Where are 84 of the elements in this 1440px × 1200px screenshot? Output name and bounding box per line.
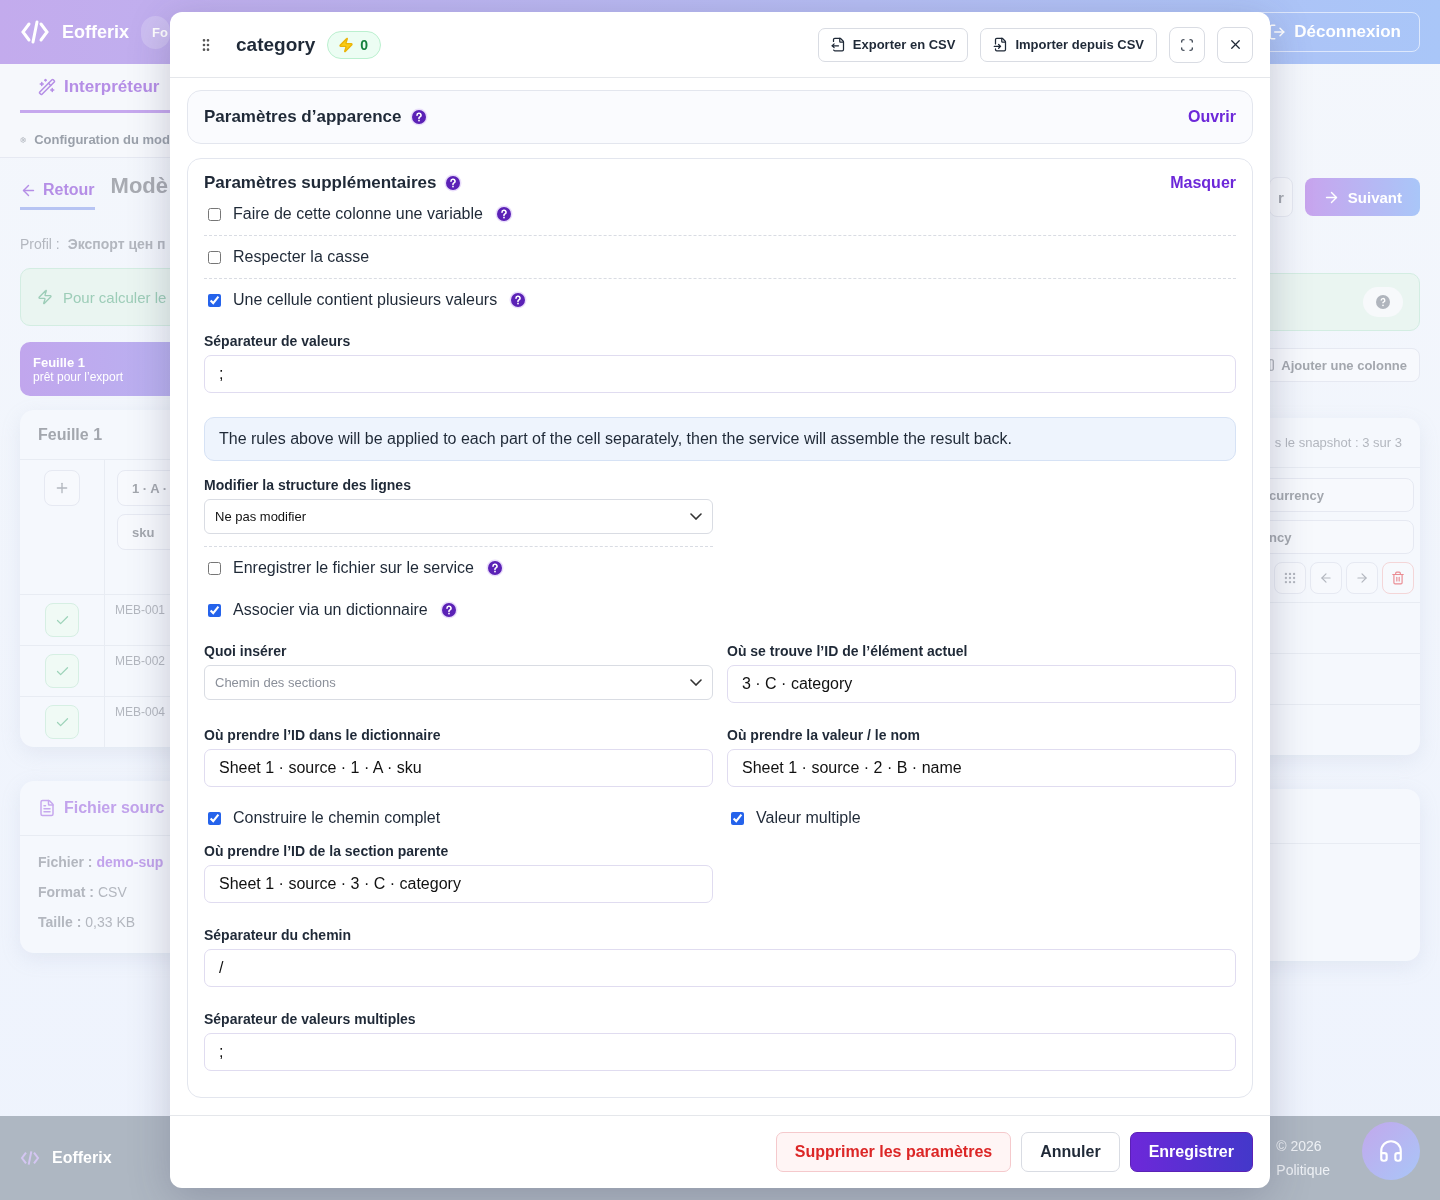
profile-value: Экспорт цен п (67, 236, 166, 252)
help-icon[interactable] (409, 108, 428, 126)
close-button[interactable] (1217, 26, 1253, 63)
checkbox[interactable] (208, 250, 221, 264)
info-value: CSV (98, 884, 127, 900)
dialog-title: category (236, 33, 316, 56)
dialog-button[interactable]: Supprimer les paramètres (775, 1132, 1012, 1172)
snapshot-count: s le snapshot : 3 sur 3 (1274, 435, 1402, 450)
help-icon[interactable] (494, 205, 513, 223)
sheet-tab-title: Feuille 1 (33, 354, 86, 370)
logo-icon (20, 20, 50, 44)
bolt-icon (338, 36, 355, 53)
card-title: Fichier sourc (64, 799, 165, 817)
grip-icon (1283, 571, 1297, 585)
logo-icon (20, 1150, 40, 1166)
table-cell-text: MEB-002 (114, 653, 167, 670)
checkbox[interactable] (208, 293, 221, 307)
import-button[interactable]: Importer depuis CSV (980, 27, 1157, 62)
input-field[interactable]: Sheet 1 · source · 1 · A · sku (204, 749, 713, 787)
checkbox[interactable] (731, 811, 744, 825)
trash-icon (1391, 571, 1405, 585)
help-icon[interactable] (509, 291, 528, 309)
checkbox[interactable] (208, 603, 221, 617)
input-field[interactable]: ; (204, 355, 1236, 393)
copyright: © 2026 (1276, 1138, 1323, 1154)
table-cell-text: MEB-004 (114, 704, 167, 721)
field-label: Quoi insérer (204, 643, 288, 659)
checkbox[interactable] (208, 207, 221, 221)
fullscreen-icon (1180, 37, 1194, 52)
checkbox-label: Valeur multiple (756, 809, 861, 827)
info-label: Fichier : (38, 854, 93, 870)
input-field[interactable]: ; (204, 1033, 1236, 1071)
info-label: Format : (38, 884, 94, 900)
field-label: Modifier la structure des lignes (204, 477, 412, 493)
export-button[interactable]: Exporter en CSV (817, 27, 969, 62)
field-label: Où prendre la valeur / le nom (727, 727, 921, 743)
info-note: The rules above will be applied to each part of the cell separately, then the service will assemble the result back. (204, 417, 1236, 461)
help-icon[interactable] (444, 174, 463, 192)
checkbox-label: Construire le chemin complet (233, 809, 441, 827)
drag-handle[interactable] (1274, 562, 1306, 594)
headset-icon (1378, 1138, 1404, 1164)
checkbox-label: Associer via un dictionnaire (233, 601, 428, 619)
plus-icon (54, 480, 70, 496)
help-icon[interactable] (485, 559, 504, 577)
help-icon[interactable] (439, 601, 458, 619)
brand-name: Eofferix (52, 1149, 112, 1167)
wand-icon (38, 78, 56, 96)
toggle-link[interactable]: Ouvrir (1188, 108, 1236, 126)
input-field[interactable]: / (204, 949, 1236, 987)
table-cell-text: MEB-001 (114, 602, 167, 619)
checkbox-label: Faire de cette colonne une variable (233, 205, 483, 223)
page-title: Modè (110, 173, 168, 199)
checkbox-label: Respecter la casse (233, 248, 370, 266)
bolt-icon (37, 289, 53, 305)
field-label: Séparateur du chemin (204, 927, 353, 943)
field-label: Où prendre l’ID de la section parente (204, 843, 450, 859)
sheet-tab-subtitle: prêt pour l’export (33, 369, 124, 384)
field-label: Où prendre l’ID dans le dictionnaire (204, 727, 442, 743)
section-title: Paramètres supplémentaires (204, 173, 437, 193)
input-field[interactable]: 3 · C · category (727, 665, 1236, 703)
dialog-button[interactable]: Enregistrer (1129, 1132, 1253, 1172)
chevron-down-icon (690, 513, 702, 520)
breadcrumb: Configuration du mod (20, 132, 170, 147)
field-label: Séparateur de valeurs multiples (204, 1011, 417, 1027)
section-title: Paramètres d’apparence (204, 107, 402, 127)
checkbox[interactable] (208, 561, 221, 575)
input-field[interactable]: Sheet 1 · source · 2 · B · name (727, 749, 1236, 787)
checkbox-label: Enregistrer le fichier sur le service (233, 559, 474, 577)
info-label: Taille : (38, 914, 82, 930)
file-import-icon (993, 37, 1009, 52)
toggle-link[interactable]: Masquer (1170, 174, 1236, 192)
checkbox[interactable] (208, 811, 221, 825)
card-title: Feuille 1 (38, 425, 103, 444)
brand-name: Eofferix (62, 21, 130, 43)
file-icon (38, 799, 56, 817)
field-label: Où se trouve l’ID de l’élément actuel (727, 643, 969, 659)
dialog-button[interactable]: Annuler (1021, 1132, 1120, 1172)
profile-label: Profil : (20, 236, 60, 252)
select-field[interactable]: Ne pas modifier (204, 499, 713, 534)
info-value: 0,33 KB (85, 914, 136, 930)
count-badge: 0 (327, 30, 381, 59)
file-export-icon (830, 37, 846, 52)
input-field[interactable]: Sheet 1 · source · 3 · C · category (204, 865, 713, 903)
chevron-down-icon (690, 679, 702, 686)
